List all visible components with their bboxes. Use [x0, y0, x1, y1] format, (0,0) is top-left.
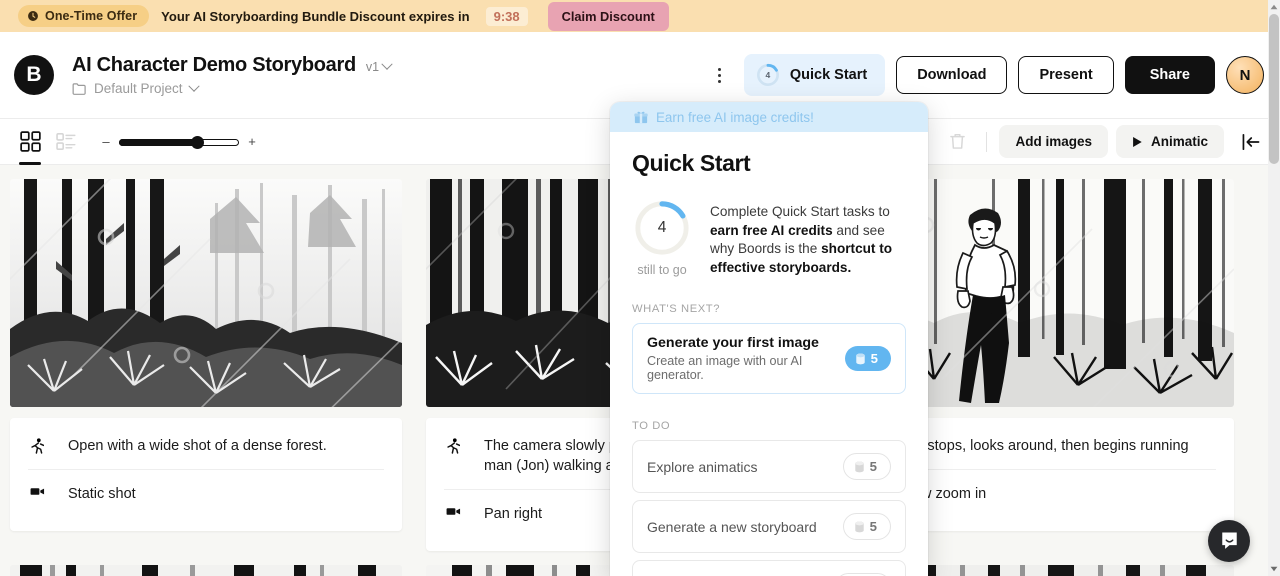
- document-title-block: AI Character Demo Storyboard v1 Default …: [72, 54, 393, 96]
- quick-start-progress-ring: 4: [756, 63, 780, 87]
- animatic-label: Animatic: [1150, 134, 1208, 149]
- credit-amount: 5: [869, 519, 877, 534]
- chevron-down-icon: [187, 80, 200, 92]
- claim-discount-button[interactable]: Claim Discount: [547, 1, 669, 31]
- folder-icon: [72, 82, 86, 95]
- collapse-panel-icon[interactable]: [1236, 127, 1266, 157]
- progress-ring: 4: [633, 199, 691, 257]
- play-icon: [1133, 136, 1142, 147]
- zoom-slider[interactable]: [119, 135, 239, 149]
- download-button[interactable]: Download: [896, 56, 1008, 94]
- task-title: Explore animatics: [647, 458, 758, 475]
- task-explore-animatics[interactable]: Explore animatics 5: [632, 440, 906, 493]
- add-images-button[interactable]: Add images: [999, 125, 1108, 158]
- earn-credits-label: Earn free AI image credits!: [656, 109, 814, 125]
- project-name: Default Project: [94, 81, 183, 96]
- task-generate-first-image[interactable]: Generate your first image Create an imag…: [632, 323, 906, 394]
- frame-action-text: Jon stops, looks around, then begins run…: [900, 438, 1189, 454]
- running-person-icon: [28, 436, 46, 454]
- quick-start-title: Quick Start: [632, 150, 751, 176]
- credit-badge: 5: [844, 346, 891, 371]
- present-button[interactable]: Present: [1018, 56, 1114, 94]
- frame-thumbnail[interactable]: [10, 565, 402, 576]
- frame-camera-text: Pan right: [484, 506, 543, 522]
- avatar[interactable]: N: [1226, 56, 1264, 94]
- promo-message: Your AI Storyboarding Bundle Discount ex…: [161, 8, 470, 24]
- version-selector[interactable]: v1: [365, 58, 393, 74]
- task-invite-team-member[interactable]: Invite a team member 10: [632, 560, 906, 576]
- todo-label: TO DO: [632, 420, 671, 432]
- animatic-button[interactable]: Animatic: [1115, 125, 1224, 158]
- one-time-offer-badge: One-Time Offer: [18, 5, 150, 27]
- quick-start-panel: Earn free AI image credits! Quick Start …: [610, 102, 928, 576]
- chevron-down-icon: [380, 58, 393, 70]
- credit-amount: 5: [869, 459, 877, 474]
- share-button[interactable]: Share: [1124, 56, 1215, 94]
- zoom-in-button[interactable]: +: [248, 134, 256, 149]
- progress-label: still to go: [637, 263, 687, 277]
- version-label: v1: [365, 60, 380, 74]
- quick-start-progress: 4 still to go Complete Quick Start tasks…: [632, 199, 906, 277]
- promo-timer: 9:38: [485, 6, 528, 26]
- zoom-out-button[interactable]: –: [102, 134, 110, 149]
- gift-icon: [634, 111, 648, 124]
- quick-start-label: Quick Start: [789, 67, 868, 83]
- header-actions: 4 Quick Start Download Present Share N: [707, 54, 1264, 96]
- one-time-offer-label: One-Time Offer: [45, 9, 138, 23]
- quick-start-count: 4: [765, 70, 771, 80]
- task-generate-new-storyboard[interactable]: Generate a new storyboard 5: [632, 500, 906, 553]
- coin-icon: [854, 461, 864, 472]
- todo-task-list: Explore animatics 5 Generate a new story…: [632, 440, 906, 576]
- page-title[interactable]: AI Character Demo Storyboard: [72, 54, 356, 77]
- storyboard-frame[interactable]: [10, 565, 402, 576]
- chevron-up-icon[interactable]: [1268, 0, 1280, 14]
- frame-action-text: Open with a wide shot of a dense forest.: [68, 438, 327, 454]
- desc-part-2: earn free AI credits: [710, 222, 833, 238]
- progress-number: 4: [657, 219, 667, 236]
- zoom-slider-handle[interactable]: [191, 135, 204, 149]
- trash-icon[interactable]: [940, 126, 974, 158]
- frame-details: Open with a wide shot of a dense forest.…: [10, 418, 402, 531]
- more-vertical-icon[interactable]: [707, 60, 733, 90]
- list-view-icon[interactable]: [48, 125, 84, 159]
- frame-camera-text: Static shot: [68, 486, 136, 502]
- credit-badge: 5: [842, 453, 891, 480]
- earn-credits-banner[interactable]: Earn free AI image credits!: [610, 102, 928, 132]
- task-title: Generate your first image: [647, 335, 819, 351]
- scrollbar-thumb[interactable]: [1269, 14, 1279, 164]
- boords-logo[interactable]: B: [14, 55, 54, 95]
- running-person-icon: [444, 436, 462, 454]
- clock-icon: [28, 11, 38, 21]
- storyboard-frame[interactable]: Open with a wide shot of a dense forest.…: [10, 179, 402, 551]
- camera-icon: [444, 504, 462, 517]
- quick-start-description: Complete Quick Start tasks to earn free …: [710, 199, 906, 277]
- add-images-label: Add images: [1015, 134, 1092, 149]
- chevron-down-icon[interactable]: [1268, 562, 1280, 576]
- grid-view-icon[interactable]: [12, 125, 48, 165]
- credit-amount: 5: [870, 351, 878, 366]
- desc-part-1: Complete Quick Start tasks to: [710, 204, 890, 219]
- task-subtitle: Create an image with our AI generator.: [647, 354, 803, 382]
- zoom-control: – +: [102, 134, 256, 149]
- project-selector[interactable]: Default Project: [72, 80, 391, 96]
- frame-action-row[interactable]: Open with a wide shot of a dense forest.: [28, 422, 384, 469]
- frame-thumbnail[interactable]: [10, 179, 402, 407]
- coin-icon: [854, 521, 864, 532]
- page-scrollbar[interactable]: [1268, 0, 1280, 576]
- coin-icon: [855, 353, 865, 364]
- chat-bubble-icon[interactable]: [1208, 520, 1250, 562]
- promo-banner: One-Time Offer Your AI Storyboarding Bun…: [0, 0, 1280, 32]
- frame-camera-row[interactable]: Static shot: [28, 469, 384, 517]
- quick-start-body: Quick Start 4 still to go Complete Quick…: [610, 132, 928, 576]
- task-title: Generate a new storyboard: [647, 518, 817, 535]
- credit-badge: 5: [842, 513, 891, 540]
- whats-next-label: WHAT'S NEXT?: [632, 303, 721, 315]
- toolbar-divider: [986, 131, 988, 152]
- camera-icon: [28, 484, 46, 497]
- quick-start-button[interactable]: 4 Quick Start: [743, 54, 886, 96]
- app-root: One-Time Offer Your AI Storyboarding Bun…: [0, 0, 1280, 576]
